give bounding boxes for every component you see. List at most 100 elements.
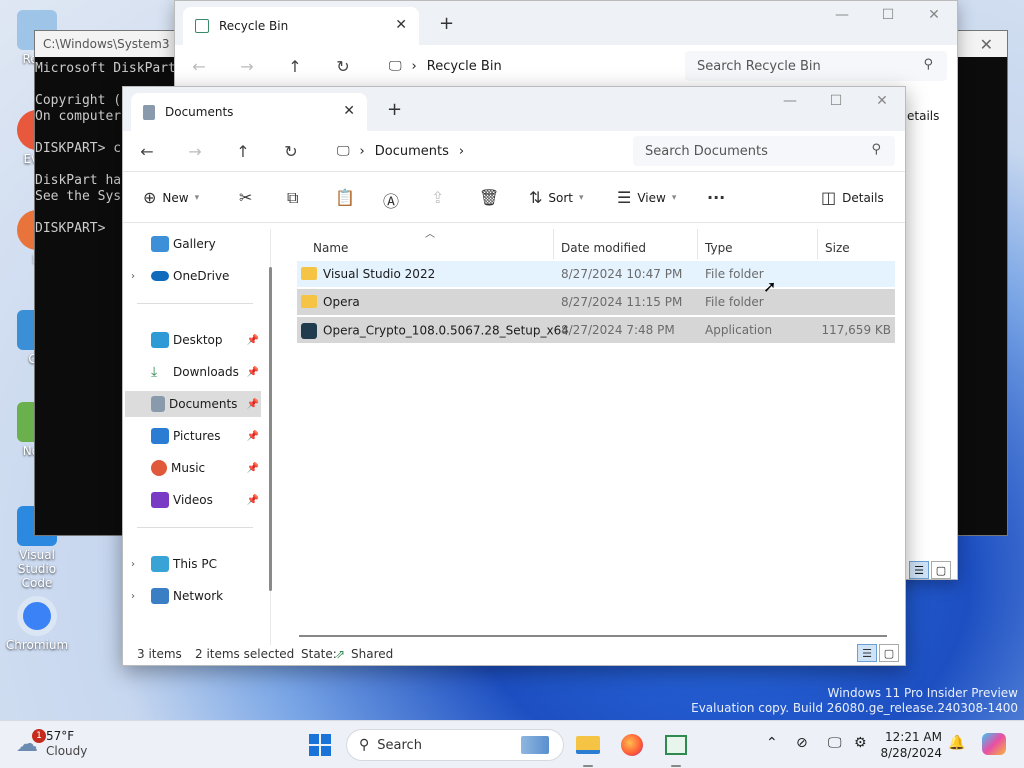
forward-icon[interactable]: → bbox=[223, 57, 271, 76]
close-icon[interactable]: ✕ bbox=[911, 7, 957, 23]
back-icon[interactable]: ← bbox=[123, 142, 171, 161]
nav-item-this-pc[interactable]: › This PC bbox=[125, 551, 261, 577]
network-off-icon[interactable]: ⊘ bbox=[796, 735, 808, 751]
close-tab-icon[interactable]: ✕ bbox=[343, 103, 355, 119]
close-tab-icon[interactable]: ✕ bbox=[395, 17, 407, 33]
pin-icon[interactable]: 📌 bbox=[247, 335, 259, 346]
notification-bell-icon[interactable]: 🔔 bbox=[948, 735, 965, 751]
file-date: 8/27/2024 7:48 PM bbox=[561, 323, 675, 337]
documents-window[interactable]: Documents ✕ + — ☐ ✕ ← → ↑ ↻ 🖵 › Document… bbox=[122, 86, 906, 666]
desktop-icon-chromium[interactable]: Chromium bbox=[4, 596, 70, 652]
column-name[interactable]: Name bbox=[313, 235, 348, 261]
new-button[interactable]: ⊕ New ▾ bbox=[143, 188, 199, 207]
details-button[interactable]: ◫ Details bbox=[821, 188, 884, 207]
documents-icon bbox=[151, 396, 165, 412]
refresh-icon[interactable]: ↻ bbox=[267, 142, 315, 161]
nav-scrollbar[interactable] bbox=[269, 267, 272, 591]
table-row[interactable]: Visual Studio 2022 8/27/2024 10:47 PM Fi… bbox=[297, 261, 895, 287]
pin-icon[interactable]: 📌 bbox=[247, 495, 259, 506]
recycle-tab[interactable]: Recycle Bin ✕ bbox=[183, 7, 419, 45]
chevron-right-icon[interactable]: › bbox=[459, 144, 464, 159]
nav-item-onedrive[interactable]: › OneDrive bbox=[125, 263, 261, 289]
copy-button[interactable]: ⧉ bbox=[287, 188, 298, 208]
close-icon[interactable]: ✕ bbox=[859, 93, 905, 109]
trash-icon: 🗑 bbox=[479, 188, 500, 207]
nav-item-network[interactable]: › Network bbox=[125, 583, 261, 609]
nav-item-pictures[interactable]: Pictures 📌 bbox=[125, 423, 261, 449]
chevron-right-icon[interactable]: › bbox=[125, 559, 141, 570]
minimize-icon[interactable]: — bbox=[767, 93, 813, 109]
recycle-search-input[interactable]: Search Recycle Bin ⚲ bbox=[685, 51, 947, 81]
maximize-icon[interactable]: ☐ bbox=[865, 7, 911, 23]
chevron-right-icon[interactable]: › bbox=[125, 271, 141, 282]
tiles-view-icon[interactable]: ▢ bbox=[879, 644, 899, 662]
nav-item-music[interactable]: Music 📌 bbox=[125, 455, 261, 481]
sort-button[interactable]: ⇅ Sort ▾ bbox=[529, 188, 584, 207]
rename-button[interactable]: Ⓐ bbox=[383, 188, 399, 212]
more-options-button[interactable]: ··· bbox=[707, 188, 725, 207]
cut-button[interactable]: ✂ bbox=[239, 188, 252, 207]
monitor-icon: 🖵 bbox=[389, 58, 402, 74]
tiles-view-icon[interactable]: ▢ bbox=[931, 561, 951, 579]
nav-item-desktop[interactable]: Desktop 📌 bbox=[125, 327, 261, 353]
documents-address-bar[interactable]: 🖵 › Documents › bbox=[329, 136, 619, 166]
new-tab-icon[interactable]: + bbox=[387, 99, 402, 120]
address-text: Recycle Bin bbox=[426, 58, 502, 74]
firefox-taskbar-button[interactable] bbox=[618, 731, 646, 759]
copilot-icon[interactable] bbox=[982, 733, 1006, 755]
clock[interactable]: 12:21 AM 8/28/2024 bbox=[878, 729, 942, 761]
display-icon[interactable]: 🖵 bbox=[828, 735, 842, 751]
nav-item-documents[interactable]: Documents 📌 bbox=[125, 391, 261, 417]
details-view-icon[interactable]: ☰ bbox=[857, 644, 877, 662]
nav-item-videos[interactable]: Videos 📌 bbox=[125, 487, 261, 513]
column-type[interactable]: Type bbox=[705, 235, 733, 261]
chevron-right-icon: › bbox=[411, 58, 417, 74]
up-icon[interactable]: ↑ bbox=[219, 142, 267, 161]
view-button[interactable]: ☰ View ▾ bbox=[617, 188, 676, 207]
navigation-pane: Gallery › OneDrive Desktop 📌 ⤓ Downloads… bbox=[123, 229, 271, 645]
back-icon[interactable]: ← bbox=[175, 57, 223, 76]
file-date: 8/27/2024 11:15 PM bbox=[561, 295, 683, 309]
pin-icon[interactable]: 📌 bbox=[247, 399, 259, 410]
nav-item-downloads[interactable]: ⤓ Downloads 📌 bbox=[125, 359, 261, 385]
taskbar-search[interactable]: ⚲ Search bbox=[346, 729, 564, 761]
cmd-close-icon[interactable]: ✕ bbox=[980, 35, 993, 54]
accessibility-icon[interactable]: ⚙ bbox=[854, 735, 867, 751]
table-row[interactable]: Opera 8/27/2024 11:15 PM File folder bbox=[297, 289, 895, 315]
pin-icon[interactable]: 📌 bbox=[247, 463, 259, 474]
more-icon: ··· bbox=[707, 188, 726, 207]
folder-icon bbox=[576, 736, 600, 754]
column-size[interactable]: Size bbox=[825, 235, 850, 261]
nav-item-gallery[interactable]: Gallery bbox=[125, 231, 261, 257]
new-tab-icon[interactable]: + bbox=[439, 13, 454, 34]
documents-tab[interactable]: Documents ✕ bbox=[131, 93, 367, 131]
terminal-taskbar-button[interactable] bbox=[662, 731, 690, 759]
pin-icon[interactable]: 📌 bbox=[247, 367, 259, 378]
details-button[interactable]: etails bbox=[907, 109, 939, 123]
file-explorer-taskbar-button[interactable] bbox=[574, 731, 602, 759]
videos-icon bbox=[151, 492, 169, 508]
weather-widget[interactable]: ☁ 57°F Cloudy bbox=[16, 729, 87, 759]
pin-icon[interactable]: 📌 bbox=[247, 431, 259, 442]
recycle-address-bar[interactable]: 🖵 › Recycle Bin bbox=[381, 51, 671, 81]
paste-button[interactable]: 📋 bbox=[335, 188, 355, 207]
table-row[interactable]: Opera_Crypto_108.0.5067.28_Setup_x64 8/2… bbox=[297, 317, 895, 343]
refresh-icon[interactable]: ↻ bbox=[319, 57, 367, 76]
chevron-down-icon: ▾ bbox=[671, 192, 677, 203]
nav-label: Documents bbox=[169, 397, 238, 411]
mouse-cursor-icon: ➚ bbox=[763, 277, 777, 296]
delete-button[interactable]: 🗑 bbox=[479, 188, 499, 207]
forward-icon[interactable]: → bbox=[171, 142, 219, 161]
minimize-icon[interactable]: — bbox=[819, 7, 865, 23]
chevron-up-icon[interactable]: ⌃ bbox=[766, 735, 778, 751]
start-button[interactable] bbox=[306, 731, 334, 759]
horizontal-scrollbar[interactable] bbox=[299, 635, 887, 637]
details-view-icon[interactable]: ☰ bbox=[909, 561, 929, 579]
search-icon: ⚲ bbox=[871, 142, 881, 157]
documents-search-input[interactable]: Search Documents ⚲ bbox=[633, 136, 895, 166]
chevron-right-icon[interactable]: › bbox=[125, 591, 141, 602]
maximize-icon[interactable]: ☐ bbox=[813, 93, 859, 109]
column-date-modified[interactable]: Date modified bbox=[561, 235, 646, 261]
up-icon[interactable]: ↑ bbox=[271, 57, 319, 76]
share-button[interactable]: ⇪ bbox=[431, 188, 444, 207]
